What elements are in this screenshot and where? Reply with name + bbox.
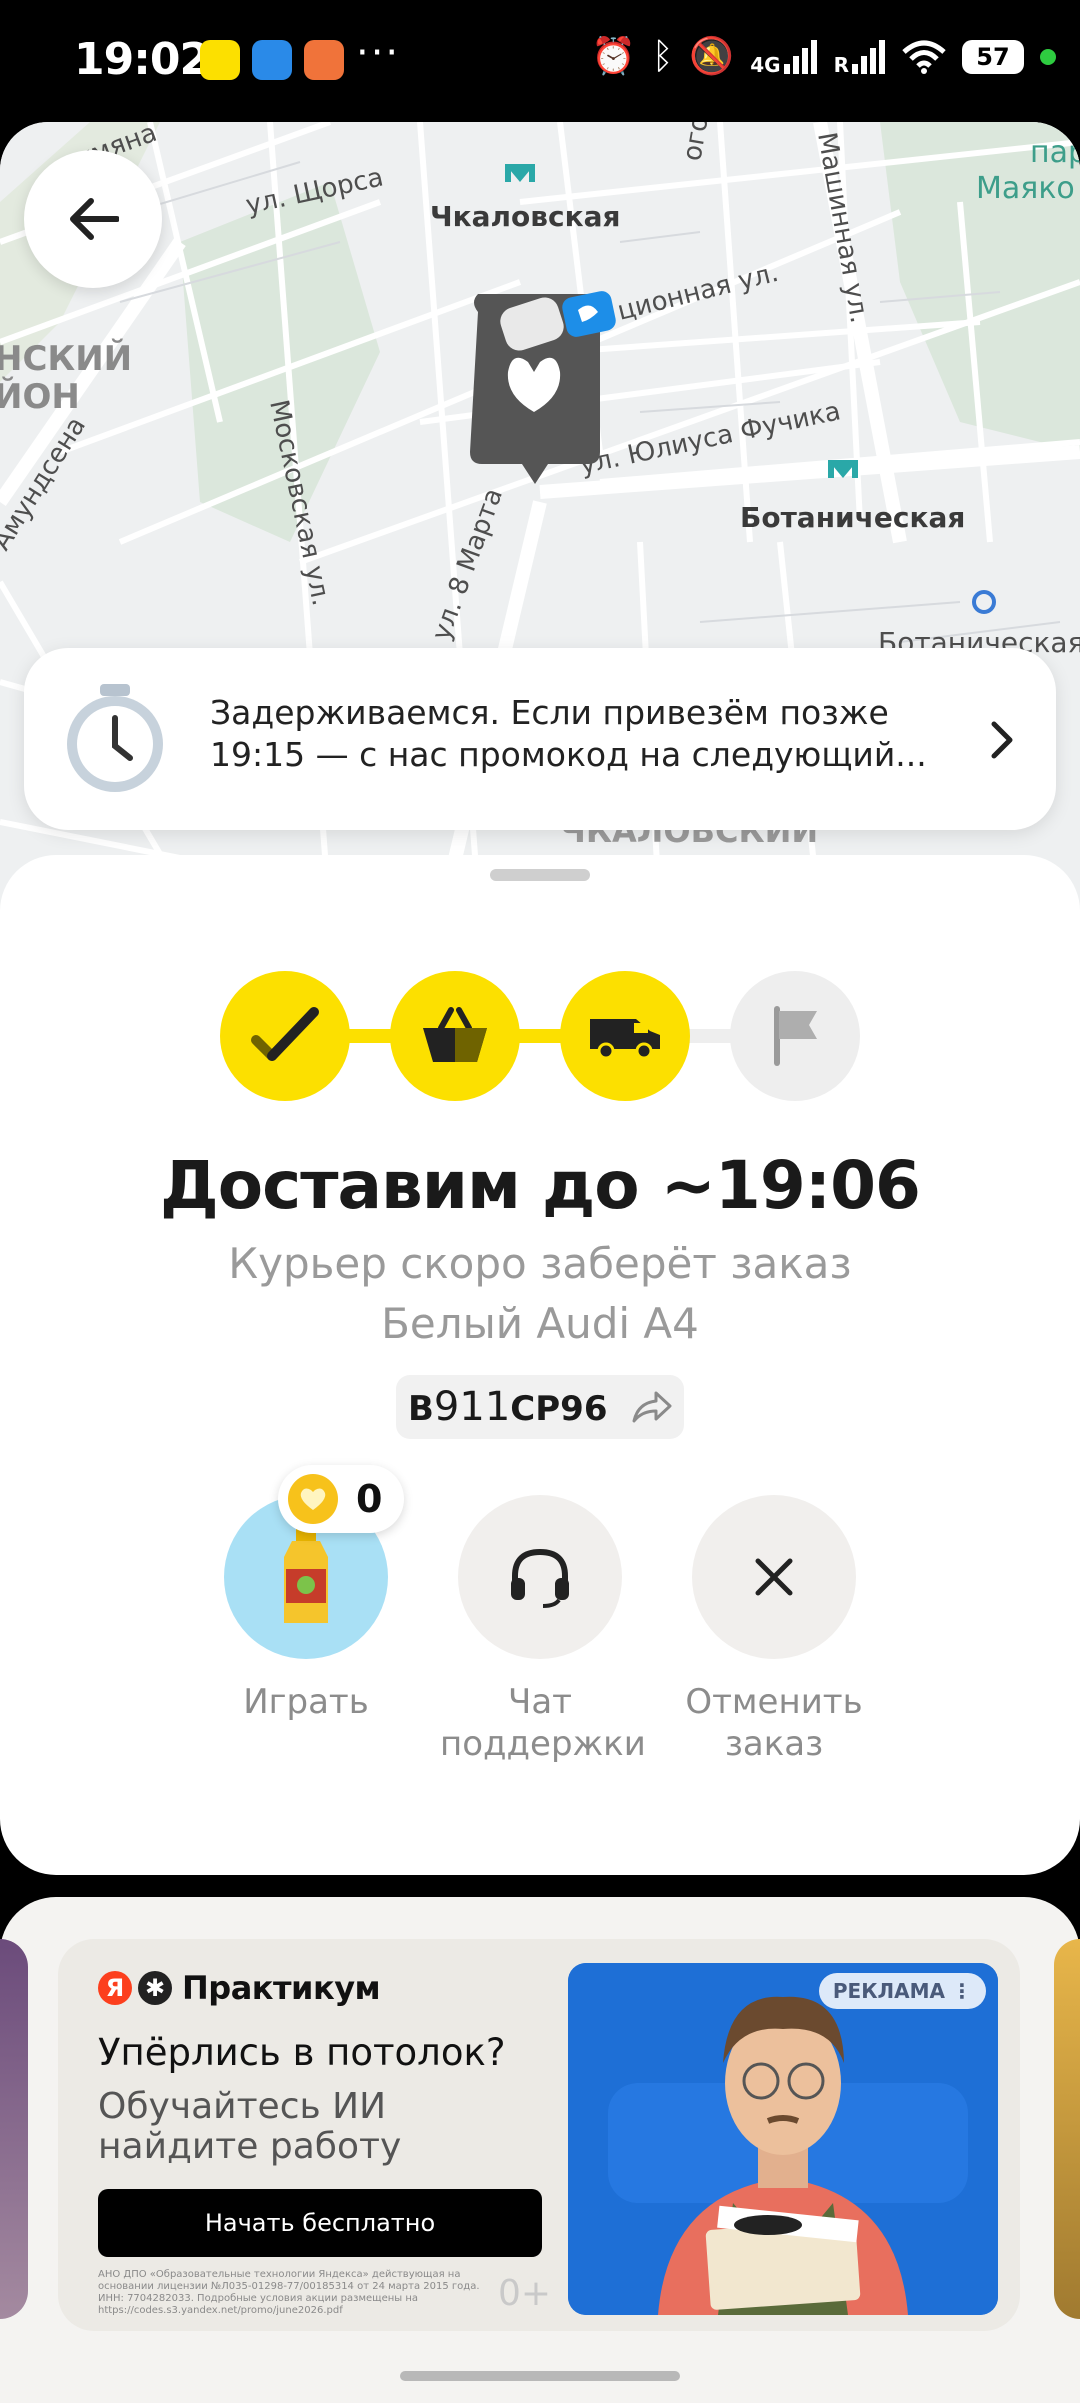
ad-label-menu[interactable]: РЕКЛАМА ⋮ [818,1973,986,2009]
back-button[interactable] [24,150,162,288]
delivery-progress [220,971,860,1101]
support-chat-action[interactable]: Чат поддержки [440,1495,646,1765]
district-label: ЙОН [0,376,80,417]
district-label: НСКИЙ [0,338,132,379]
status-time: 19:02 [74,34,210,85]
delay-message: Задерживаемся. Если привезём позже 19:15… [210,693,927,774]
next-ad-card[interactable] [1054,1939,1080,2319]
ad-brand: Я ✱ Практикум [98,1969,381,2007]
chevron-right-icon [991,721,1013,759]
plate-number: В911СР96 [408,1384,608,1430]
alarm-icon: ⏰ [590,36,636,77]
privacy-dot [1040,49,1056,65]
arrow-left-icon [70,198,119,240]
yandex-logo-icon: Я [98,1971,132,2005]
order-status-sheet: Доставим до ~19:06 Курьер скоро заберёт … [0,855,1080,1875]
share-icon[interactable] [630,1389,672,1425]
battery-indicator: 57 [962,40,1024,74]
flag-icon [774,1006,817,1066]
asterisk-logo-icon: ✱ [138,1971,172,2005]
cancel-order-button[interactable] [692,1495,856,1659]
courier-pin [470,291,616,484]
go-app-icon [200,40,240,80]
delay-promo-banner[interactable]: Задерживаемся. Если привезём позже 19:15… [24,648,1056,830]
close-icon [755,1558,793,1596]
play-button[interactable]: 0 [224,1465,404,1659]
system-nav-bar [0,2343,1080,2403]
step-assembled [390,971,520,1101]
age-rating: 0+ [498,2273,552,2314]
mute-icon: 🔕 [689,36,735,77]
support-chat-button[interactable] [458,1495,622,1659]
ad-subtitle: Обучайтесь ИИ найдите работу [98,2086,402,2167]
ad-title: Упёрлись в потолок? [98,2031,506,2074]
park-label: Маяко [976,171,1075,206]
status-bar: 19:02 ··· ⏰ ᛒ 🔕 4G R 57 [0,0,1080,120]
status-icons: ⏰ ᛒ 🔕 4G R 57 [591,32,1056,82]
station-label: Чкаловская [430,200,620,233]
ad-carousel[interactable]: Я ✱ Практикум Упёрлись в потолок? Обучай… [0,1897,1080,2403]
cancel-order-action[interactable]: Отменить заказ [674,1495,874,1765]
eta-title: Доставим до ~19:06 [160,1147,921,1224]
ad-legal-text: АНО ДПО «Образовательные технологии Янде… [98,2269,480,2316]
mi-store-app-icon [304,40,344,80]
brand-name: Практикум [182,1969,381,2007]
ad-photo: РЕКЛАМА ⋮ [568,1963,998,2315]
signal-roaming-icon: R [834,40,886,75]
station-label: Ботаническая [740,501,965,534]
coin-balance-badge: 0 [278,1465,404,1533]
sheet-grabber[interactable] [490,869,590,881]
ad-cta-button[interactable]: Начать бесплатно [98,2189,542,2257]
park-label: пар [1030,135,1080,170]
step-delivered [730,971,860,1101]
home-gesture-bar[interactable] [400,2371,680,2381]
basket-icon [423,1007,487,1062]
juice-bottle-icon [284,1527,328,1623]
play-label: Играть [243,1682,369,1722]
cancel-order-label: Отменить заказ [685,1682,863,1764]
license-plate[interactable]: В911СР96 [396,1375,684,1439]
truck-icon [590,1019,660,1060]
wifi-icon [902,40,946,74]
signal-4g-icon: 4G [750,40,817,75]
heart-coin-icon [288,1474,338,1524]
bluetooth-icon: ᛒ [651,36,674,77]
order-status-text: Курьер скоро заберёт заказ [228,1239,852,1288]
more-notifications-icon: ··· [356,30,401,76]
car-model: Белый Audi A4 [381,1299,699,1348]
check-icon [251,1007,319,1061]
headset-icon [511,1548,569,1608]
man-with-papers-illustration [568,1963,998,2315]
coin-count: 0 [356,1477,383,1521]
ad-card-praktikum[interactable]: Я ✱ Практикум Упёрлись в потолок? Обучай… [58,1939,1020,2331]
support-chat-label: Чат поддержки [440,1682,646,1764]
prev-ad-card[interactable] [0,1939,28,2319]
play-action[interactable]: 0 Играть [206,1465,406,1723]
step-accepted [220,971,350,1101]
step-in-delivery [560,971,690,1101]
stopwatch-icon [67,684,163,792]
browser-app-icon [252,40,292,80]
